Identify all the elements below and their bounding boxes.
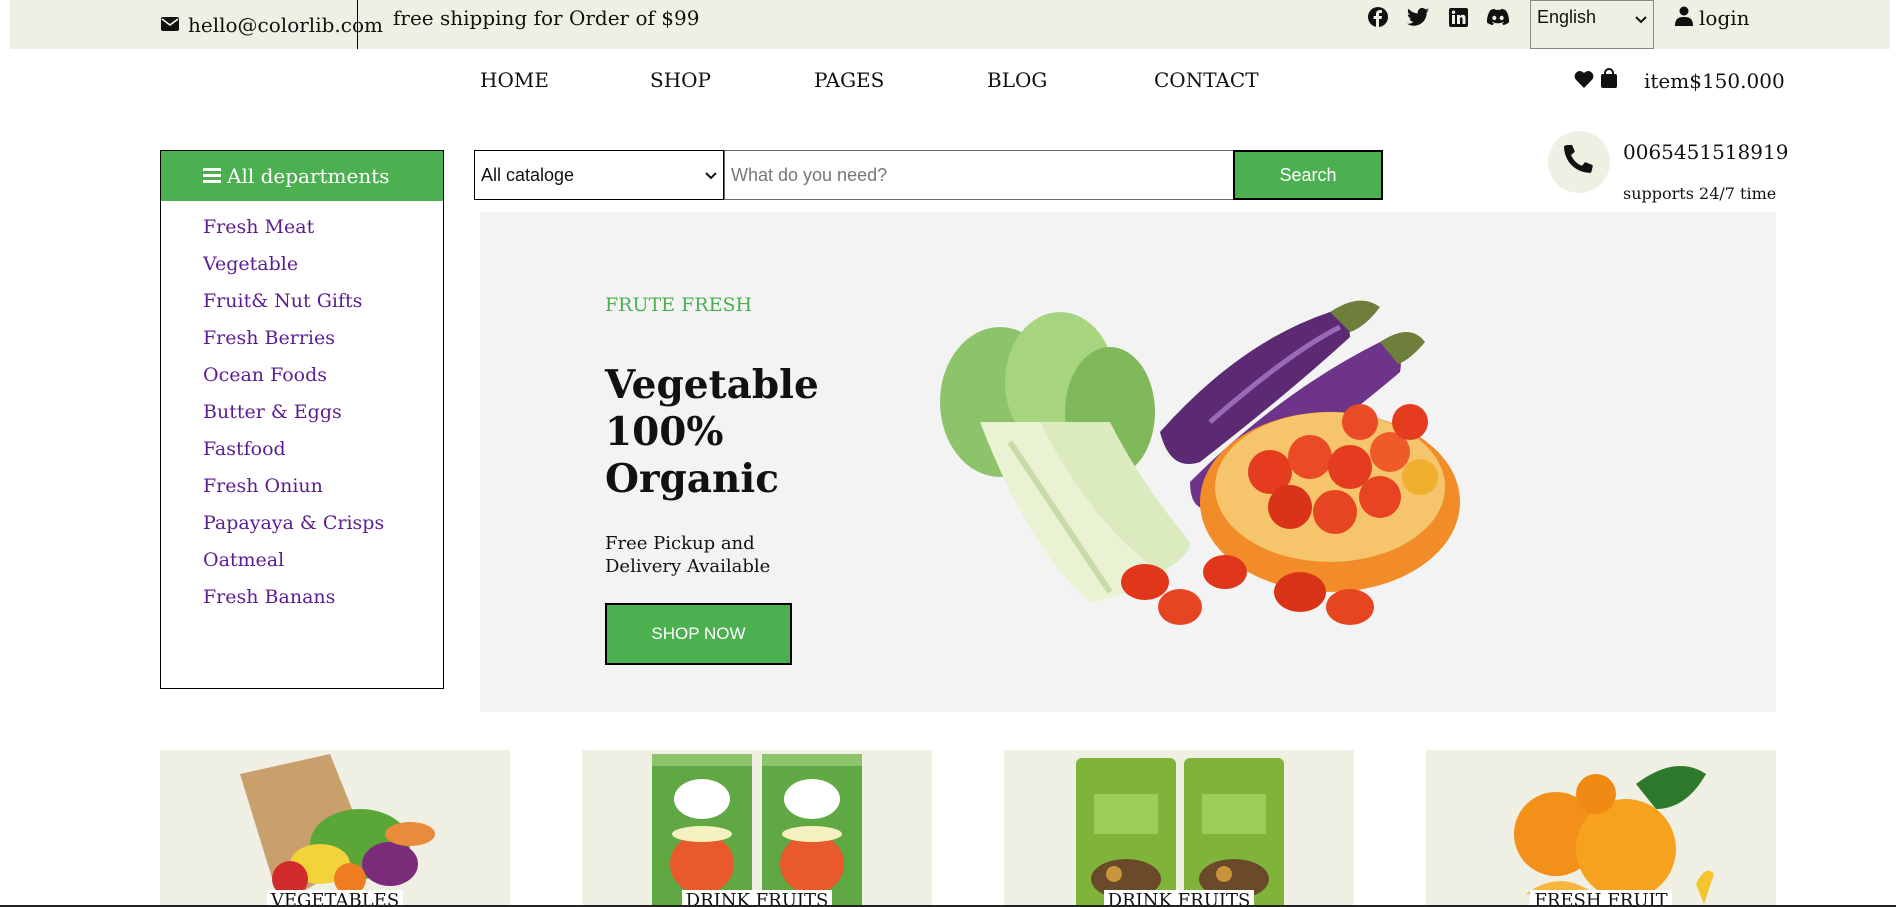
nav-pages[interactable]: PAGES	[814, 68, 884, 92]
phone-number[interactable]: 0065451518919	[1623, 140, 1788, 164]
nav-contact[interactable]: CONTACT	[1154, 68, 1259, 92]
shop-now-button[interactable]: SHOP NOW	[605, 603, 792, 665]
hero-banner: FRUTE FRESH Vegetable 100% Organic Free …	[480, 212, 1776, 712]
bok-choy-illustration	[940, 312, 1190, 602]
catalog-select-value: All cataloge	[481, 164, 575, 185]
category-card-drink-fruits-2[interactable]: DRINK FRUITS	[1004, 750, 1354, 907]
contact-email[interactable]: hello@colorlib.com	[160, 0, 383, 49]
search-button[interactable]: Search	[1233, 150, 1383, 200]
envelope-icon	[160, 13, 180, 37]
discord-icon[interactable]	[1487, 6, 1509, 28]
department-item-fresh-meat[interactable]: Fresh Meat	[203, 213, 443, 250]
grocery-bag-image	[240, 754, 435, 904]
hero-subtitle: Free Pickup and Delivery Available	[605, 533, 771, 577]
hamburger-menu-icon	[203, 164, 221, 188]
department-item-ocean-foods[interactable]: Ocean Foods	[203, 361, 443, 398]
hero-title: Vegetable 100% Organic	[605, 362, 819, 502]
department-item-vegetable[interactable]: Vegetable	[203, 250, 443, 287]
phone-icon-circle	[1548, 131, 1610, 193]
oranges-image	[1514, 766, 1714, 904]
category-card-drink-fruits-1[interactable]: DRINK FRUITS	[582, 750, 932, 907]
language-value: English	[1537, 7, 1597, 27]
nav-home[interactable]: HOME	[480, 68, 549, 92]
shopping-bag-icon[interactable]	[1600, 68, 1618, 93]
top-bar: hello@colorlib.com free shipping for Ord…	[10, 0, 1890, 49]
juice-cartons-image	[652, 754, 862, 907]
fruit-packs-image	[1076, 758, 1284, 907]
chevron-down-icon	[705, 165, 717, 186]
nav-shop[interactable]: SHOP	[650, 68, 711, 92]
twitter-icon[interactable]	[1407, 6, 1429, 28]
cart-summary: item$150.000	[1574, 68, 1785, 93]
language-select[interactable]: English	[1530, 0, 1654, 49]
nav-blog[interactable]: BLOG	[987, 68, 1047, 92]
support-hours: supports 24/7 time	[1623, 184, 1777, 203]
linkedin-icon[interactable]	[1447, 6, 1469, 28]
user-icon	[1675, 6, 1693, 31]
search-input[interactable]	[724, 150, 1234, 200]
login-link[interactable]: login	[1675, 0, 1750, 36]
catalog-select[interactable]: All cataloge	[474, 150, 724, 200]
departments-panel: All departments Fresh Meat Vegetable Fru…	[160, 150, 444, 689]
vegetables-image	[940, 300, 1460, 625]
facebook-icon[interactable]	[1367, 6, 1389, 28]
category-card-vegetables[interactable]: VEGETABLES	[160, 750, 510, 907]
cart-amount[interactable]: item$150.000	[1644, 69, 1785, 93]
social-links	[1367, 4, 1509, 30]
department-item-fresh-berries[interactable]: Fresh Berries	[203, 324, 443, 361]
departments-header[interactable]: All departments	[161, 151, 443, 201]
department-item-butter-eggs[interactable]: Butter & Eggs	[203, 398, 443, 435]
department-item-fresh-oniun[interactable]: Fresh Oniun	[203, 472, 443, 509]
chevron-down-icon	[1635, 9, 1647, 30]
login-label: login	[1699, 6, 1750, 30]
heart-icon[interactable]	[1574, 69, 1594, 93]
departments-list: Fresh Meat Vegetable Fruit& Nut Gifts Fr…	[161, 201, 443, 620]
phone-icon	[1564, 144, 1594, 179]
hero-kicker: FRUTE FRESH	[605, 294, 753, 316]
department-item-oatmeal[interactable]: Oatmeal	[203, 546, 443, 583]
department-item-fastfood[interactable]: Fastfood	[203, 435, 443, 472]
email-text: hello@colorlib.com	[188, 12, 383, 37]
department-item-papayaya-crisps[interactable]: Papayaya & Crisps	[203, 509, 443, 546]
shipping-notice: free shipping for Order of $99	[393, 6, 700, 30]
departments-title: All departments	[227, 164, 390, 188]
department-item-fruit-nut-gifts[interactable]: Fruit& Nut Gifts	[203, 287, 443, 324]
department-item-fresh-banans[interactable]: Fresh Banans	[203, 583, 443, 620]
category-card-fresh-fruit[interactable]: FRESH FRUIT	[1426, 750, 1776, 907]
